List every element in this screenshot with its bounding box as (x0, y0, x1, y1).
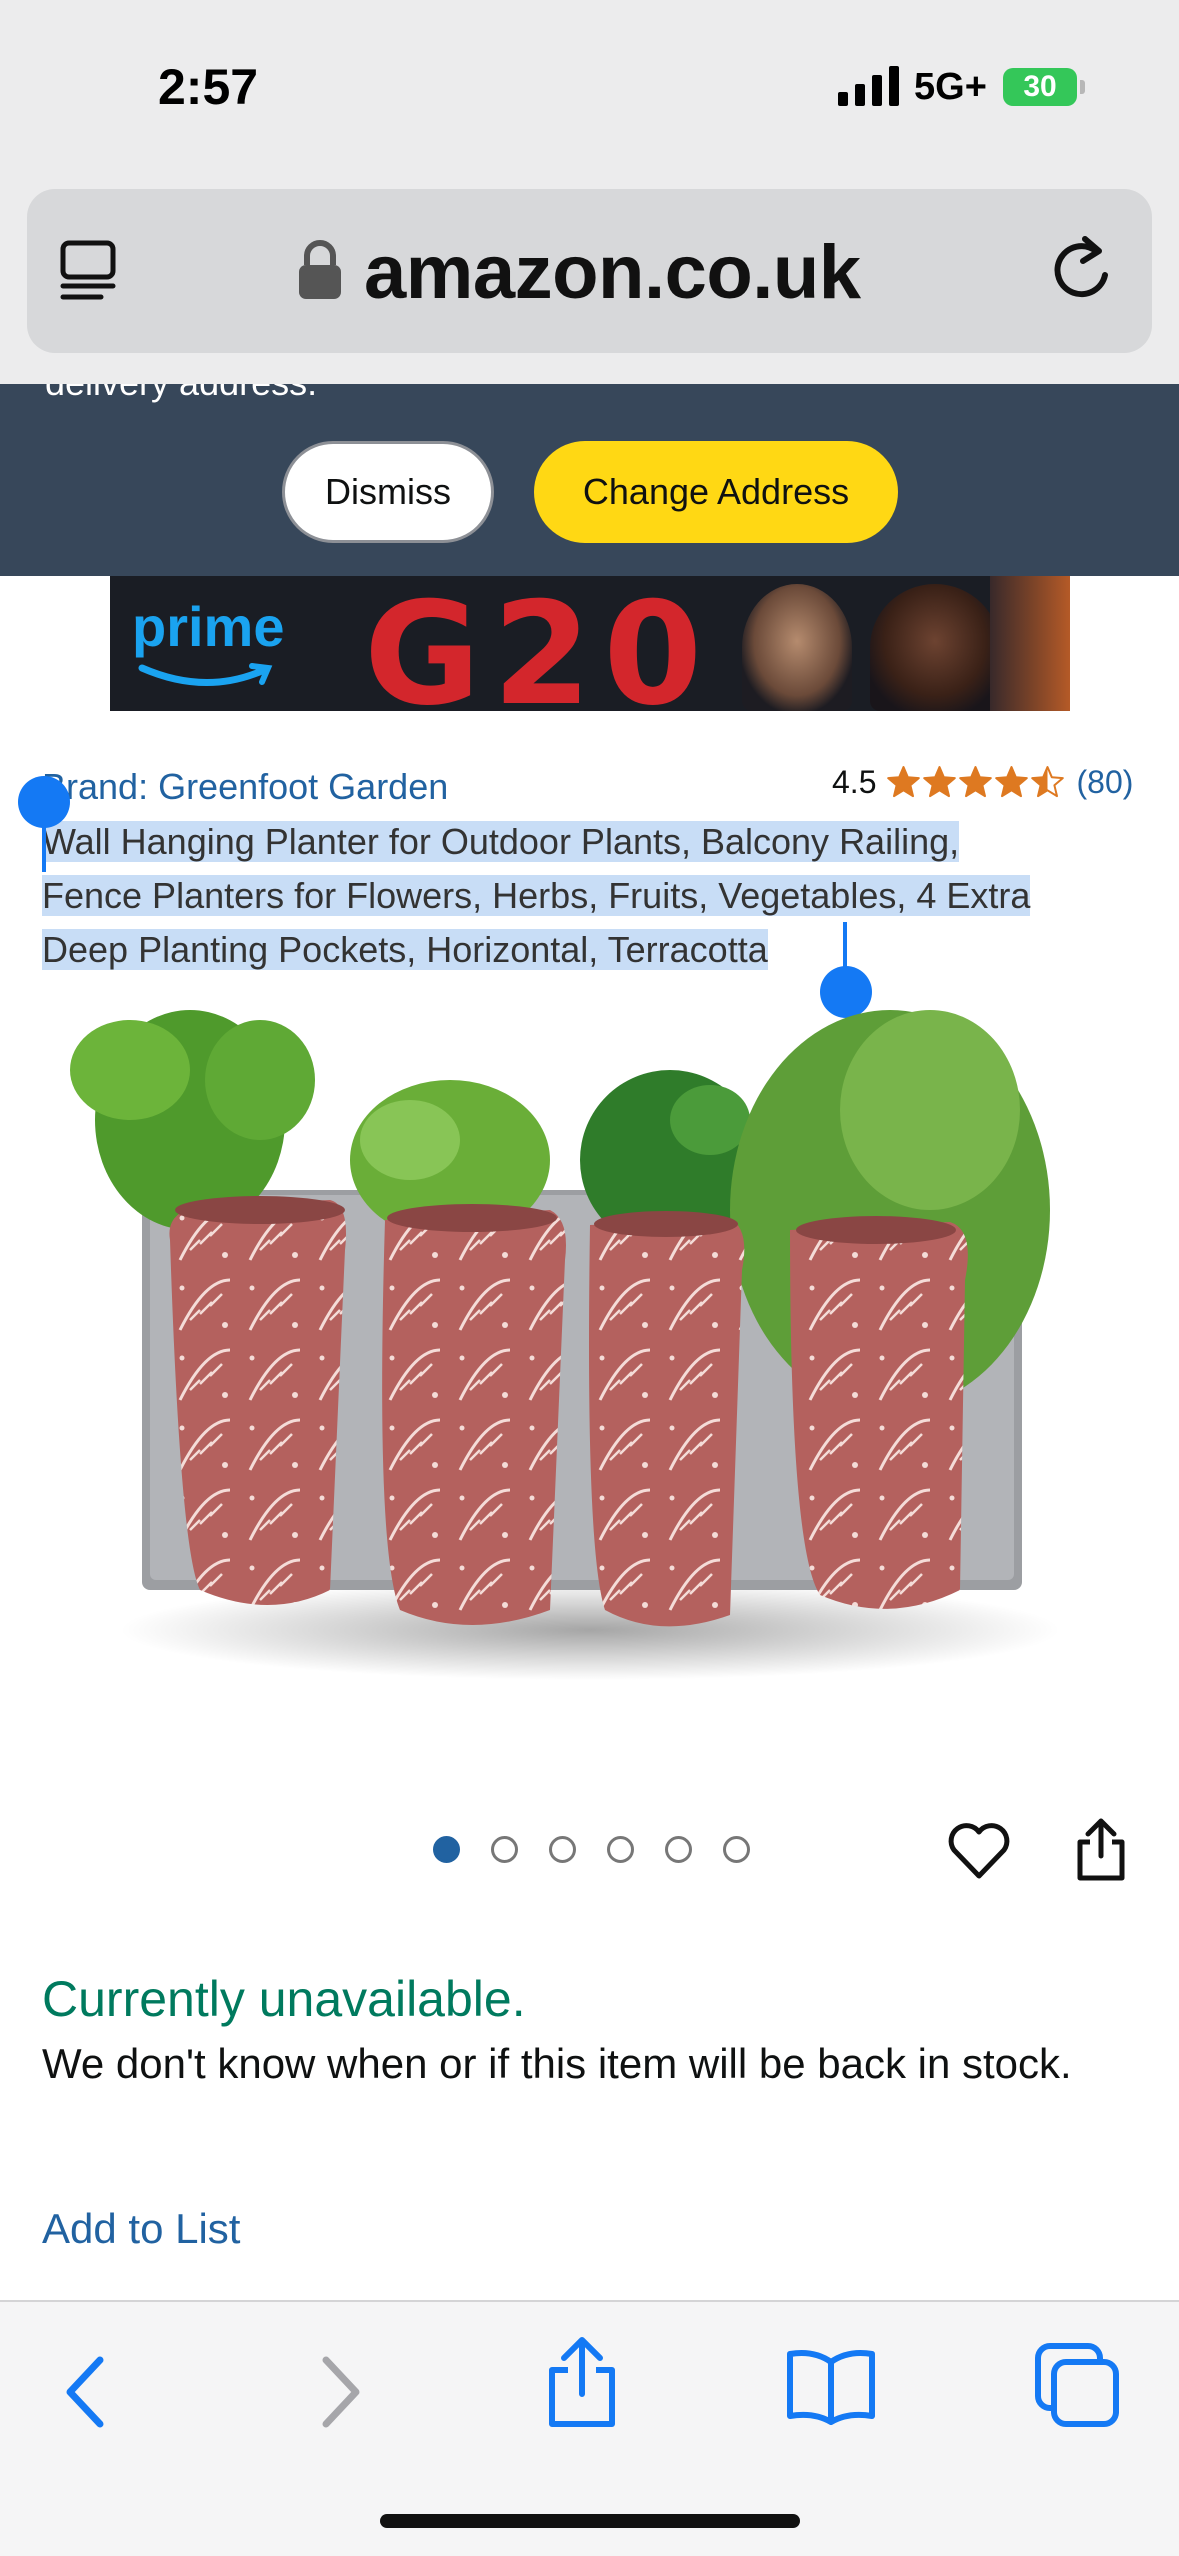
product-title-line: Fence Planters for Flowers, Herbs, Fruit… (42, 875, 1031, 916)
status-time: 2:57 (158, 59, 259, 115)
ad-title: G20 (364, 576, 715, 711)
product-title-line: Wall Hanging Planter for Outdoor Plants,… (42, 821, 960, 862)
rating-summary[interactable]: 4.5 (80) (832, 764, 1133, 801)
reload-icon[interactable] (1047, 233, 1119, 309)
star-icon (923, 766, 957, 798)
network-type: 5G+ (914, 66, 987, 108)
battery-tip (1080, 80, 1085, 94)
product-title-line: Deep Planting Pockets, Horizontal, Terra… (42, 929, 768, 970)
lock-icon (299, 240, 341, 299)
availability-status: Currently unavailable. (42, 1971, 526, 2027)
prime-logo: prime (132, 595, 285, 658)
product-title: Wall Hanging Planter for Outdoor Plants,… (42, 815, 1137, 977)
ad-actress-image (870, 584, 1000, 711)
star-icon (887, 766, 921, 798)
selection-start-handle[interactable] (18, 776, 70, 828)
prime-smile-icon (138, 663, 273, 686)
reader-mode-icon[interactable] (57, 237, 123, 303)
ad-background-fire (990, 576, 1070, 711)
back-icon[interactable] (60, 2352, 110, 2432)
star-icon (1031, 766, 1065, 798)
star-icon (995, 766, 1029, 798)
bookmarks-icon[interactable] (784, 2346, 878, 2426)
carousel-dot[interactable] (433, 1836, 460, 1863)
battery-icon: 30 (1003, 68, 1085, 106)
carousel-dot[interactable] (549, 1836, 576, 1863)
availability-message: We don't know when or if this item will … (42, 2040, 1072, 2087)
star-icon (959, 766, 993, 798)
forward-icon (322, 2356, 360, 2428)
battery-level: 30 (1003, 68, 1077, 106)
prime-video-ad[interactable]: prime G20 (110, 576, 1070, 711)
url-text[interactable]: amazon.co.uk (364, 229, 861, 316)
banner-text: delivery address. (45, 384, 317, 404)
rating-stars (886, 765, 1066, 800)
cellular-signal-icon (838, 66, 899, 106)
dismiss-button[interactable]: Dismiss (282, 441, 494, 543)
share-icon[interactable] (544, 2332, 620, 2432)
carousel-dot[interactable] (607, 1836, 634, 1863)
delivery-address-banner: delivery address. Dismiss Change Address (0, 384, 1179, 576)
carousel-dot[interactable] (665, 1836, 692, 1863)
share-icon[interactable] (1072, 1816, 1130, 1884)
product-image[interactable] (30, 990, 1150, 1730)
change-address-button[interactable]: Change Address (534, 441, 898, 543)
carousel-dot[interactable] (723, 1836, 750, 1863)
address-bar[interactable]: amazon.co.uk (27, 189, 1152, 353)
browser-top-chrome: 2:57 5G+ 30 amazon.co.uk (0, 0, 1179, 384)
heart-icon[interactable] (946, 1820, 1012, 1882)
brand-link[interactable]: Brand: Greenfoot Garden (42, 766, 448, 808)
ad-actor-image (742, 584, 852, 711)
rating-count[interactable]: (80) (1076, 764, 1133, 801)
tabs-icon[interactable] (1032, 2340, 1122, 2430)
add-to-list-link[interactable]: Add to List (42, 2205, 240, 2253)
home-indicator (380, 2514, 800, 2528)
image-carousel-dots[interactable] (433, 1836, 750, 1863)
carousel-dot[interactable] (491, 1836, 518, 1863)
rating-value: 4.5 (832, 764, 877, 800)
